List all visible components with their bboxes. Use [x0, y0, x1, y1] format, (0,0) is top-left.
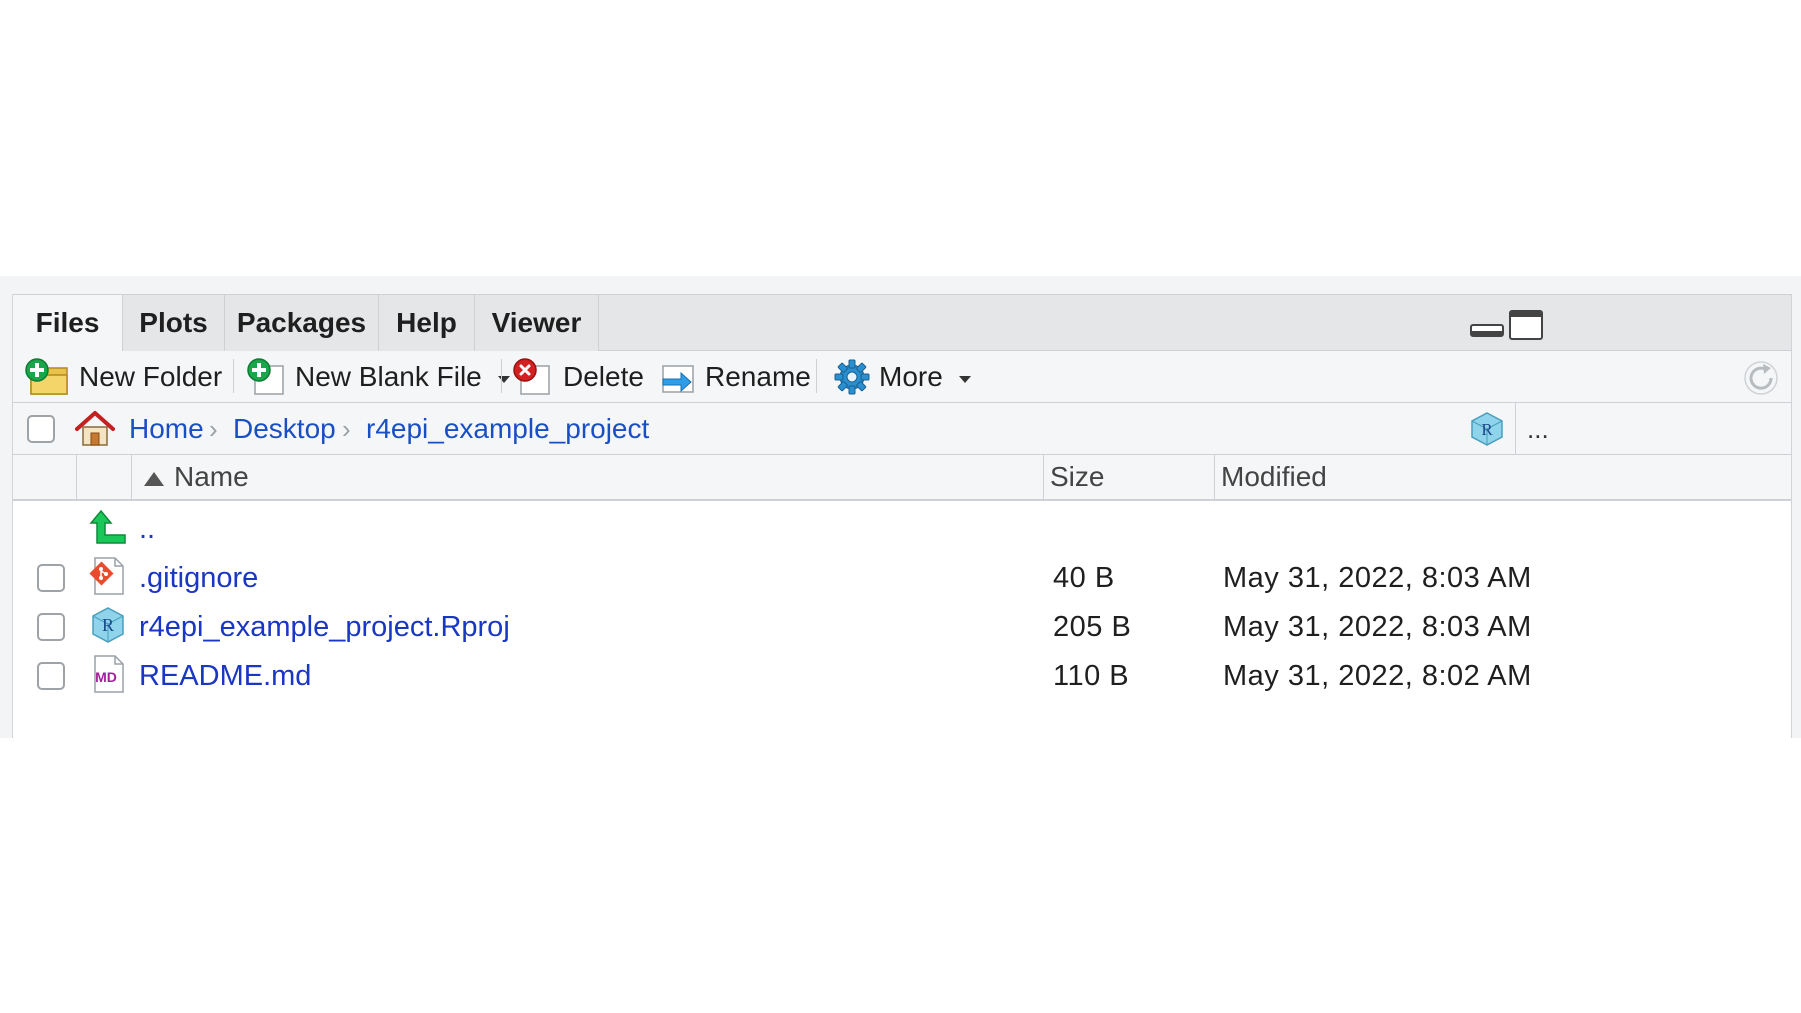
- chevron-down-icon: [958, 375, 971, 383]
- size-column-label: Size: [1050, 461, 1105, 492]
- new-folder-button[interactable]: New Folder: [25, 351, 222, 403]
- file-modified: May 31, 2022, 8:03 AM: [1223, 611, 1532, 643]
- rproj-file-icon: R: [92, 607, 124, 643]
- new-folder-label: New Folder: [79, 361, 223, 392]
- svg-text:R: R: [102, 615, 114, 635]
- parent-directory-link[interactable]: ..: [139, 501, 155, 557]
- go-up-arrow-icon: [89, 509, 126, 544]
- new-folder-icon: [25, 358, 68, 395]
- table-row: .gitignore 40 B May 31, 2022, 8:03 AM: [13, 550, 1791, 606]
- name-column-header[interactable]: Name: [131, 455, 1043, 499]
- rename-label: Rename: [705, 361, 811, 392]
- new-file-icon: [247, 358, 284, 395]
- modified-column-label: Modified: [1221, 461, 1327, 492]
- rename-icon: [662, 365, 694, 393]
- breadcrumb-separator-icon: ›: [209, 414, 218, 444]
- modified-column-header[interactable]: Modified: [1214, 455, 1791, 499]
- more-label: More: [879, 361, 943, 392]
- breadcrumb-home[interactable]: Home: [129, 403, 204, 455]
- pane-tab-bar: Files Plots Packages Help Viewer: [13, 294, 1791, 352]
- new-blank-file-label: New Blank File: [295, 361, 482, 392]
- toolbar-divider: [501, 359, 502, 393]
- table-row: R r4epi_example_project.Rproj 205 B May …: [13, 599, 1791, 655]
- files-pane-container: Files Plots Packages Help Viewer New Fol…: [0, 276, 1801, 738]
- more-button[interactable]: More: [833, 351, 971, 403]
- file-size: 205 B: [1053, 611, 1132, 643]
- row-checkbox[interactable]: [37, 662, 65, 690]
- icon-column-header: [76, 455, 131, 499]
- minimize-pane-icon[interactable]: [1470, 324, 1504, 338]
- rproj-icon[interactable]: R: [1469, 411, 1505, 447]
- new-blank-file-button[interactable]: New Blank File: [247, 351, 510, 403]
- files-pane: Files Plots Packages Help Viewer New Fol…: [12, 294, 1792, 738]
- home-icon[interactable]: [73, 409, 117, 449]
- gear-icon: [834, 359, 870, 395]
- file-name-link[interactable]: .gitignore: [139, 550, 258, 606]
- svg-text:MD: MD: [95, 669, 117, 685]
- tab-help[interactable]: Help: [379, 295, 475, 351]
- toolbar-divider: [233, 359, 234, 393]
- breadcrumb-separator-icon: ›: [342, 414, 351, 444]
- file-name-link[interactable]: README.md: [139, 648, 311, 704]
- git-file-icon: [89, 557, 124, 595]
- toolbar-divider: [816, 359, 817, 393]
- parent-directory-row[interactable]: ..: [13, 501, 1791, 557]
- delete-icon: [513, 358, 550, 395]
- tab-viewer[interactable]: Viewer: [475, 295, 599, 351]
- files-toolbar: New Folder New Blank File Delete Rename …: [13, 351, 1791, 403]
- size-column-header[interactable]: Size: [1043, 455, 1214, 499]
- file-modified: May 31, 2022, 8:02 AM: [1223, 660, 1532, 692]
- more-path-options-button[interactable]: ...: [1527, 403, 1549, 455]
- pathbar-divider: [1515, 403, 1516, 455]
- tab-packages[interactable]: Packages: [225, 295, 379, 351]
- table-row: MD README.md 110 B May 31, 2022, 8:02 AM: [13, 648, 1791, 704]
- breadcrumb-desktop[interactable]: Desktop: [233, 403, 336, 455]
- tab-plots[interactable]: Plots: [123, 295, 225, 351]
- delete-button[interactable]: Delete: [513, 351, 644, 403]
- rename-button[interactable]: Rename: [659, 351, 811, 403]
- file-size: 110 B: [1053, 660, 1130, 692]
- maximize-pane-icon[interactable]: [1509, 310, 1543, 340]
- select-all-checkbox[interactable]: [27, 415, 55, 443]
- tab-files[interactable]: Files: [13, 295, 123, 352]
- sort-ascending-icon: [144, 471, 164, 486]
- markdown-file-icon: MD: [94, 655, 124, 693]
- file-list-header: Name Size Modified: [13, 455, 1791, 501]
- refresh-icon[interactable]: [1743, 360, 1779, 396]
- delete-label: Delete: [563, 361, 644, 392]
- file-modified: May 31, 2022, 8:03 AM: [1223, 562, 1532, 594]
- file-size: 40 B: [1053, 562, 1115, 594]
- breadcrumb: Home › Desktop › r4epi_example_project R…: [13, 403, 1791, 455]
- chevron-down-icon: [497, 375, 510, 383]
- row-checkbox[interactable]: [37, 564, 65, 592]
- svg-text:R: R: [1481, 420, 1493, 439]
- file-name-link[interactable]: r4epi_example_project.Rproj: [139, 599, 510, 655]
- breadcrumb-current-folder[interactable]: r4epi_example_project: [366, 403, 649, 455]
- name-column-label: Name: [174, 461, 249, 492]
- row-checkbox[interactable]: [37, 613, 65, 641]
